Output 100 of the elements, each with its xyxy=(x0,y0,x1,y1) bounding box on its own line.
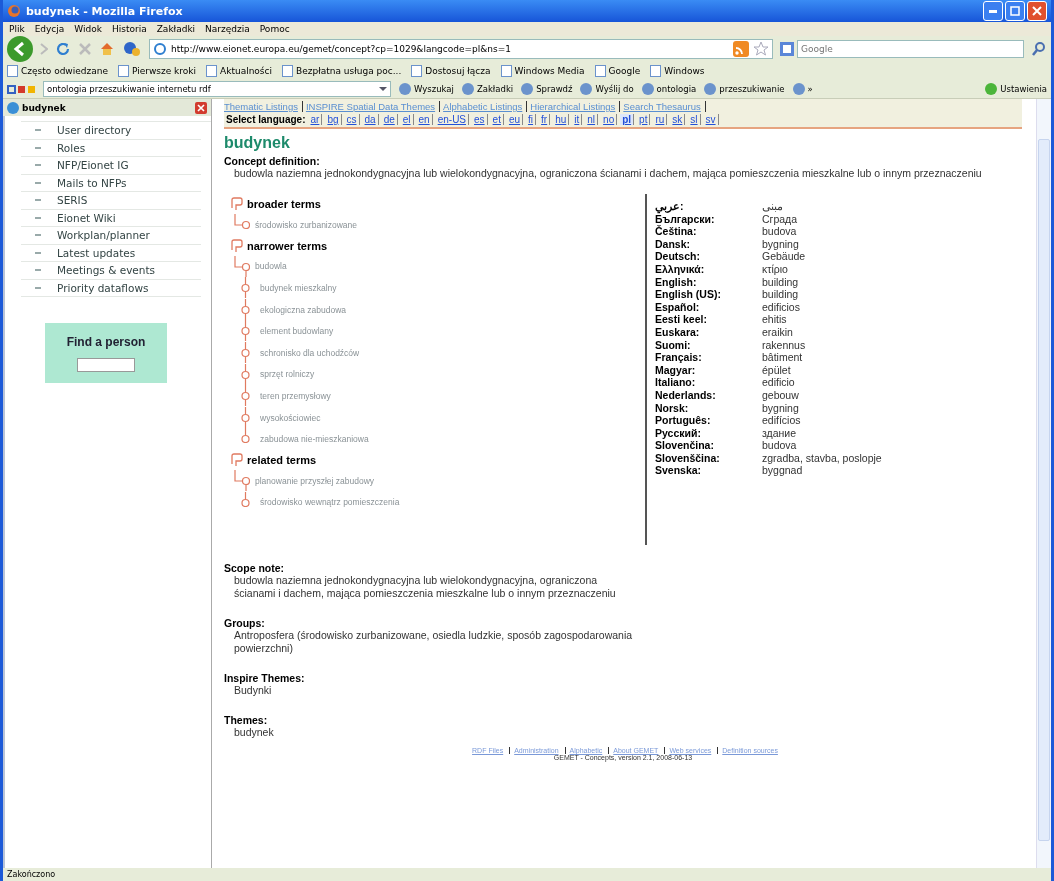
term-link[interactable]: element budowlany xyxy=(260,326,334,337)
language-name: Deutsch: xyxy=(655,250,701,263)
term-link[interactable]: sprzęt rolniczy xyxy=(260,369,315,380)
search-icon[interactable] xyxy=(1031,41,1047,57)
caret-icon[interactable] xyxy=(379,87,387,91)
nav-link[interactable]: Mails to NFPs xyxy=(57,176,127,189)
term-link[interactable]: schronisko dla uchodźców xyxy=(260,347,360,358)
language-name: Slovenčina: xyxy=(655,439,715,452)
toolbar-button[interactable]: Wyślij do xyxy=(580,83,634,95)
term-link[interactable]: ekologiczna zabudowa xyxy=(260,304,346,315)
toolbar-button[interactable]: ontologia xyxy=(641,83,697,95)
toolbar-search-field[interactable]: ontologia przeszukiwanie internetu rdf xyxy=(43,81,391,97)
section-label: Themes: xyxy=(224,714,269,726)
bookmark[interactable]: Windows xyxy=(650,65,705,77)
term-link[interactable]: budynek mieszkalny xyxy=(260,283,337,293)
language-link[interactable]: el xyxy=(400,114,414,125)
term-link[interactable]: wysokościowiec xyxy=(260,412,321,423)
translation-text: zgradba, stavba, poslopje xyxy=(762,451,882,465)
close-button[interactable] xyxy=(1027,1,1047,21)
translation-text: Gebäude xyxy=(762,250,806,263)
language-link[interactable]: cs xyxy=(344,114,360,125)
nav-link[interactable]: NFP/Eionet IG xyxy=(57,159,129,172)
menu-item[interactable]: Historia xyxy=(112,24,147,34)
folder-node-icon xyxy=(230,452,244,467)
language-link[interactable]: en-US xyxy=(435,114,470,125)
bookmark[interactable]: Aktualności xyxy=(206,65,272,77)
back-icon[interactable] xyxy=(7,36,33,62)
toolbar-button[interactable]: Sprawdź xyxy=(521,83,573,95)
term-link[interactable]: zabudowa nie-mieszkaniowa xyxy=(260,434,369,445)
language-link[interactable]: it xyxy=(572,114,583,125)
language-link[interactable]: et xyxy=(490,114,504,125)
nav-link[interactable]: Latest updates xyxy=(57,246,136,259)
language-link[interactable]: sk xyxy=(670,114,686,125)
home-icon[interactable] xyxy=(99,41,115,57)
language-link[interactable]: sv xyxy=(703,114,719,125)
search-engine-icon[interactable] xyxy=(780,42,794,56)
dot-icon xyxy=(461,83,474,95)
toolbar-button[interactable]: » xyxy=(792,83,813,95)
language-link[interactable]: fr xyxy=(539,114,551,125)
close-icon[interactable] xyxy=(195,101,207,114)
reload-icon[interactable] xyxy=(55,41,71,57)
toolbar-button[interactable]: Zakładki xyxy=(461,83,514,95)
nav-link[interactable]: User directory xyxy=(57,124,132,137)
nav-link[interactable]: Eionet Wiki xyxy=(57,211,116,224)
language-link[interactable]: pl xyxy=(620,114,635,125)
search-field[interactable]: Google xyxy=(797,40,1024,58)
bookmark[interactable]: Bezpłatna usługa poc... xyxy=(282,65,402,77)
term-link[interactable]: planowanie przyszłej zabudowy xyxy=(255,475,375,486)
language-link[interactable]: hu xyxy=(553,114,570,125)
folder-node-icon xyxy=(230,238,244,253)
toolbar-button[interactable]: przeszukiwanie xyxy=(704,83,785,95)
group-title: related terms xyxy=(247,453,317,466)
nav-link[interactable]: Priority dataflows xyxy=(57,281,149,294)
nav-link[interactable]: Workplan/planner xyxy=(57,229,150,242)
maximize-button[interactable] xyxy=(1005,1,1025,21)
settings-button[interactable]: Ustawienia xyxy=(985,83,1047,95)
language-link[interactable]: de xyxy=(381,114,398,125)
language-link[interactable]: en xyxy=(416,114,433,125)
menu-item[interactable]: Pomoc xyxy=(259,24,290,34)
person-field[interactable] xyxy=(77,357,135,372)
section-text: budowla naziemna jednokondygnacyjna lub wielokondygnacyjna, ograniczona ścianami i dachem, mająca pomieszczenia mieszkalne lub o innym przeznaczeniu xyxy=(233,574,617,600)
nav-link[interactable]: SERIS xyxy=(57,194,88,207)
menu-item[interactable]: Plik xyxy=(9,24,25,34)
language-link[interactable]: bg xyxy=(325,114,342,125)
term-link[interactable]: środowisko wewnątrz pomieszczenia xyxy=(260,497,400,508)
menu-item[interactable]: Zakładki xyxy=(156,24,196,34)
address-field[interactable]: http://www.eionet.europa.eu/gemet/concept?cp=1029&langcode=pl&ns=1 xyxy=(149,39,773,59)
dot-icon xyxy=(704,83,717,95)
language-link[interactable]: ar xyxy=(308,114,323,125)
menu-item[interactable]: Widok xyxy=(74,24,102,34)
language-link[interactable]: es xyxy=(472,114,488,125)
language-link[interactable]: da xyxy=(362,114,379,125)
language-link[interactable]: fi xyxy=(526,114,537,125)
toolbar-button[interactable]: Wyszukaj xyxy=(399,83,454,95)
minimize-button[interactable] xyxy=(983,1,1003,21)
translation-text: edifícios xyxy=(762,414,801,427)
bookmark[interactable]: Często odwiedzane xyxy=(7,65,108,77)
menu-item[interactable]: Edycja xyxy=(34,24,65,34)
nav-link[interactable]: Meetings & events xyxy=(57,264,156,277)
bookmark[interactable]: Google xyxy=(594,65,641,77)
bookmark[interactable]: Windows Media xyxy=(500,65,585,77)
term-link[interactable]: teren przemysłowy xyxy=(260,390,331,401)
menu-item[interactable]: Narzędzia xyxy=(205,24,250,34)
language-link[interactable]: nl xyxy=(585,114,599,125)
language-link[interactable]: sl xyxy=(688,114,701,125)
nav-link[interactable]: Roles xyxy=(57,141,86,154)
language-link[interactable]: pt xyxy=(637,114,651,125)
scrollbar[interactable] xyxy=(1036,99,1051,868)
rss-icon[interactable] xyxy=(733,41,749,57)
language-link[interactable]: no xyxy=(601,114,618,125)
translation-text: byggnad xyxy=(762,464,803,478)
bookmark[interactable]: Pierwsze kroki xyxy=(117,65,197,77)
star-icon[interactable] xyxy=(753,41,769,57)
group-title: broader terms xyxy=(247,198,321,210)
language-link[interactable]: ru xyxy=(653,114,668,125)
term-link[interactable]: środowisko zurbanizowane xyxy=(255,219,358,230)
language-link[interactable]: eu xyxy=(506,114,524,125)
term-link[interactable]: budowla xyxy=(255,261,287,272)
bookmark[interactable]: Dostosuj łącza xyxy=(411,65,491,77)
language-name: Italiano: xyxy=(655,376,697,389)
